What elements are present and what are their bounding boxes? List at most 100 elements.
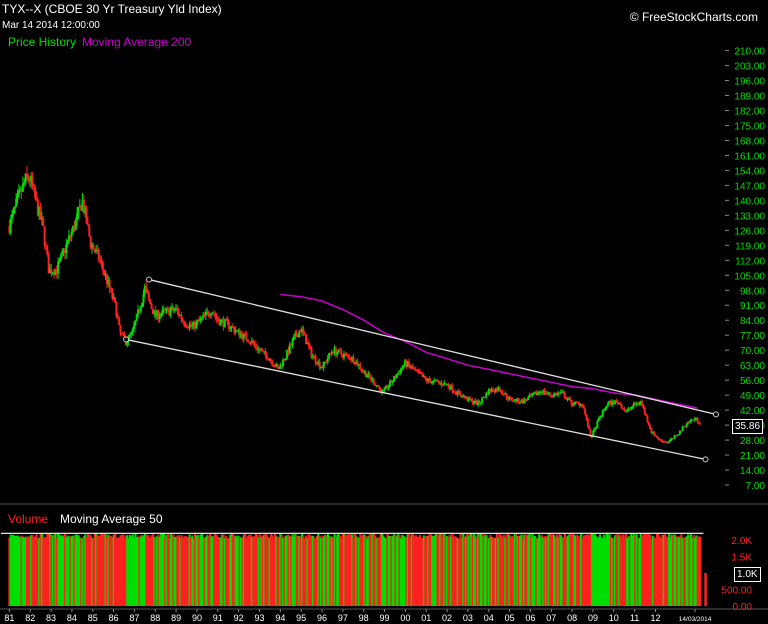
candle xyxy=(359,364,362,370)
candle xyxy=(184,324,187,327)
candle xyxy=(131,329,134,332)
candle xyxy=(76,213,79,221)
y-tick-label: 210.00 xyxy=(734,47,765,58)
watermark: © FreeStockCharts.com xyxy=(629,10,758,24)
candle xyxy=(181,319,184,321)
candle xyxy=(307,342,310,347)
candle xyxy=(693,418,696,421)
candle xyxy=(387,386,390,389)
candle xyxy=(586,418,589,427)
x-tick-label: 88 xyxy=(150,613,160,623)
last-volume-badge: 1.0K xyxy=(734,567,761,582)
chart-title: TYX--X (CBOE 30 Yr Treasury Yld Index) xyxy=(2,2,222,16)
candle xyxy=(111,289,114,299)
x-tick-label: 11 xyxy=(630,613,639,623)
chart-canvas: 210.00 203.00 196.00 189.00 182.00 175.00 168.… xyxy=(0,47,768,623)
candle xyxy=(543,390,546,394)
candle xyxy=(570,399,573,405)
candle xyxy=(471,399,474,404)
candle xyxy=(473,402,476,404)
x-tick-label: 09 xyxy=(588,613,598,623)
candle xyxy=(226,319,229,322)
candle xyxy=(399,368,402,374)
candle xyxy=(594,427,597,429)
candle xyxy=(669,439,672,442)
candle xyxy=(35,197,38,201)
candle xyxy=(395,374,398,379)
x-tick-label: 81 xyxy=(4,613,14,623)
candle xyxy=(391,381,394,383)
candle xyxy=(563,393,566,399)
candle xyxy=(607,402,610,406)
candle xyxy=(139,306,142,312)
x-tick-label: 12 xyxy=(650,613,660,623)
candle xyxy=(223,319,226,327)
x-tick-label: 95 xyxy=(296,613,306,623)
candle xyxy=(336,352,339,355)
candle xyxy=(292,336,295,340)
y-tick-label: 98.00 xyxy=(740,286,765,297)
candle xyxy=(360,369,363,371)
candle xyxy=(501,392,504,395)
candle xyxy=(97,249,100,260)
candle xyxy=(364,371,367,377)
candle xyxy=(13,206,16,209)
candle xyxy=(408,361,411,366)
x-tick-label: 08 xyxy=(567,613,577,623)
legend-moving-average-200[interactable]: Moving Average 200 xyxy=(82,35,191,49)
candle xyxy=(229,327,232,329)
candle xyxy=(46,246,49,255)
y-tick-label: 140.00 xyxy=(734,196,765,207)
x-tick-label: 94 xyxy=(275,613,285,623)
y-tick-label: 28.00 xyxy=(740,436,765,447)
candle xyxy=(66,240,69,245)
candle xyxy=(451,385,454,392)
x-tick-label: 05 xyxy=(505,613,515,623)
candle xyxy=(402,365,405,368)
candle xyxy=(655,435,658,438)
candle xyxy=(23,182,26,184)
volume-y-tick-label: 0.00 xyxy=(733,602,753,613)
candle xyxy=(525,400,528,402)
candle xyxy=(34,186,37,198)
candle xyxy=(685,423,688,427)
candle xyxy=(418,371,421,374)
x-tick-label: 96 xyxy=(317,613,327,623)
candle xyxy=(348,355,351,360)
x-tick-label: 89 xyxy=(171,613,181,623)
candle xyxy=(195,321,198,329)
candle xyxy=(254,344,257,348)
candle xyxy=(147,293,150,300)
y-tick-label: 161.00 xyxy=(734,151,765,162)
candle xyxy=(401,367,404,369)
candle xyxy=(119,324,122,333)
trend-line-handle xyxy=(146,276,153,283)
price-pane xyxy=(8,166,719,463)
legend-price-history[interactable]: Price History xyxy=(8,35,76,49)
candle xyxy=(9,218,12,233)
candle xyxy=(177,310,180,316)
candle xyxy=(565,398,568,400)
candle xyxy=(58,260,61,263)
candle xyxy=(11,214,14,219)
x-tick-label: 85 xyxy=(88,613,98,623)
candle xyxy=(173,309,176,311)
candle xyxy=(588,426,591,430)
y-tick-label: 91.00 xyxy=(740,301,765,312)
candle xyxy=(459,392,462,396)
candle xyxy=(158,316,161,319)
candle xyxy=(699,423,702,425)
candle xyxy=(479,402,482,404)
candle xyxy=(42,217,45,227)
legend-volume[interactable]: Volume xyxy=(8,512,48,526)
candle xyxy=(208,315,211,317)
candle xyxy=(697,422,700,424)
legend-moving-average-50[interactable]: Moving Average 50 xyxy=(60,512,163,526)
candle xyxy=(271,360,274,365)
candle xyxy=(108,280,111,289)
trend-line-handle xyxy=(123,336,130,343)
candle xyxy=(352,356,355,363)
x-tick-label: 14/03/2014 xyxy=(679,616,712,623)
y-tick-label: 203.00 xyxy=(734,62,765,73)
candle xyxy=(39,206,42,220)
